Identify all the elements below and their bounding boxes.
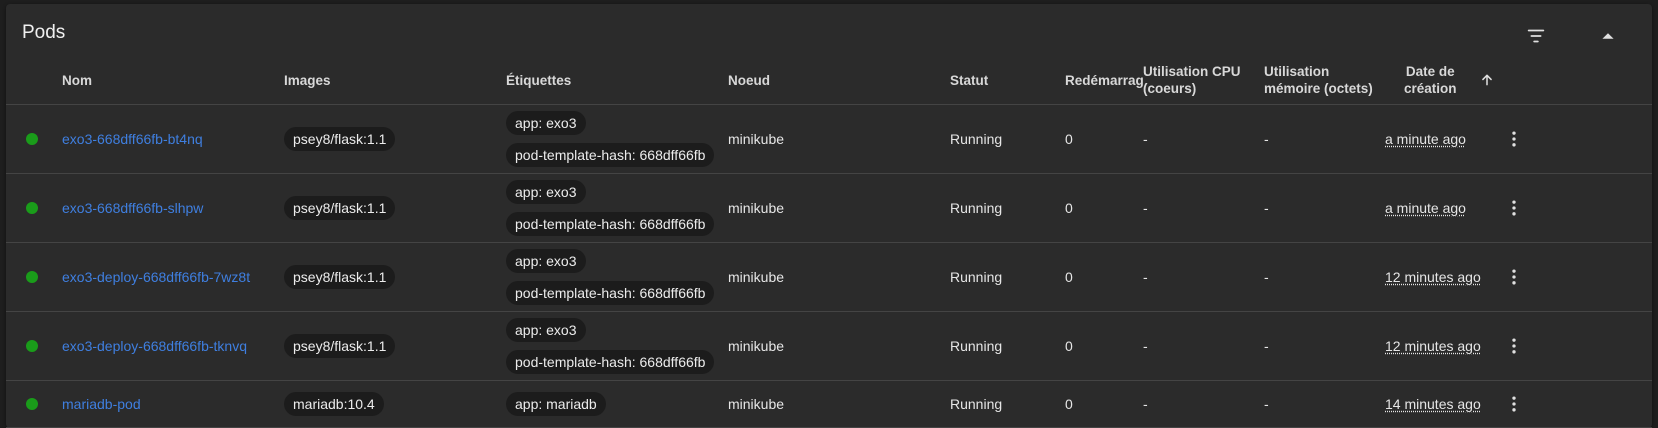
label-chip: app: mariadb [506,392,606,416]
column-header-name[interactable]: Nom [62,72,92,89]
pod-memory-usage: - [1264,131,1269,147]
pod-node: minikube [728,131,785,147]
column-header-cpu[interactable]: Utilisation CPU (coeurs) [1143,63,1241,97]
pod-restarts: 0 [1065,269,1073,285]
status-running-icon [26,340,38,352]
row-menu-button[interactable] [1500,125,1528,153]
pod-memory-usage: - [1264,200,1269,216]
row-menu-button[interactable] [1500,332,1528,360]
pod-image: psey8/flask:1.1 [284,127,396,151]
pod-status: Running [950,200,1003,216]
image-chip: psey8/flask:1.1 [284,196,396,220]
table-row: exo3-668dff66fb-slhpw psey8/flask:1.1 ap… [6,174,1652,243]
pod-cpu-usage: - [1143,338,1148,354]
filter-button[interactable] [1518,18,1554,54]
sort-arrow-up-icon[interactable] [1480,73,1494,87]
pod-labels: app: exo3 pod-template-hash: 668dff66fb [506,318,715,374]
pod-name-link[interactable]: mariadb-pod [62,396,141,412]
more-vertical-icon [1512,131,1516,147]
column-header-memory[interactable]: Utilisation mémoire (octets) [1264,63,1373,97]
pod-status: Running [950,269,1003,285]
pod-created-age: 12 minutes ago [1385,269,1481,285]
pod-cpu-usage: - [1143,131,1148,147]
table-row: exo3-deploy-668dff66fb-7wz8t psey8/flask… [6,243,1652,312]
status-running-icon [26,271,38,283]
pod-cpu-usage: - [1143,396,1148,412]
pod-created-age: a minute ago [1385,200,1466,216]
pod-memory-usage: - [1264,338,1269,354]
pod-name-link[interactable]: exo3-668dff66fb-slhpw [62,200,203,216]
pod-status: Running [950,131,1003,147]
pod-restarts: 0 [1065,200,1073,216]
pod-node: minikube [728,338,785,354]
pod-restarts: 0 [1065,338,1073,354]
pod-cpu-usage: - [1143,200,1148,216]
label-chip: pod-template-hash: 668dff66fb [506,143,715,167]
more-vertical-icon [1512,269,1516,285]
pod-created-age: a minute ago [1385,131,1466,147]
filter-icon [1527,29,1545,43]
table-row: mariadb-pod mariadb:10.4 app: mariadb mi… [6,381,1652,428]
pod-restarts: 0 [1065,396,1073,412]
column-header-labels: Étiquettes [506,73,572,88]
image-chip: mariadb:10.4 [284,392,384,416]
row-menu-button[interactable] [1500,194,1528,222]
image-chip: psey8/flask:1.1 [284,265,396,289]
pod-node: minikube [728,396,785,412]
table-body: exo3-668dff66fb-bt4nq psey8/flask:1.1 ap… [6,105,1652,428]
pod-cpu-usage: - [1143,269,1148,285]
pod-status: Running [950,338,1003,354]
card-title: Pods [22,22,66,43]
pod-name-link[interactable]: exo3-668dff66fb-bt4nq [62,131,203,147]
pod-image: psey8/flask:1.1 [284,334,396,358]
column-header-restarts[interactable]: Redémarrages [1065,72,1143,89]
table-header: Nom Images Étiquettes Noeud Statut Redém… [6,60,1652,105]
pod-memory-usage: - [1264,269,1269,285]
status-running-icon [26,398,38,410]
pod-image: mariadb:10.4 [284,392,384,416]
column-header-node[interactable]: Noeud [728,72,770,89]
pod-labels: app: exo3 pod-template-hash: 668dff66fb [506,249,715,305]
row-menu-button[interactable] [1500,390,1528,418]
pod-created-age: 12 minutes ago [1385,338,1481,354]
pod-image: psey8/flask:1.1 [284,265,396,289]
pod-labels: app: exo3 pod-template-hash: 668dff66fb [506,180,715,236]
pod-labels: app: mariadb [506,392,606,416]
pod-node: minikube [728,269,785,285]
collapse-button[interactable] [1590,18,1626,54]
pod-restarts: 0 [1065,131,1073,147]
label-chip: pod-template-hash: 668dff66fb [506,281,715,305]
arrow-up-icon [1602,33,1614,39]
label-chip: app: exo3 [506,180,586,204]
column-header-status[interactable]: Statut [950,72,988,89]
table-row: exo3-deploy-668dff66fb-tknvq psey8/flask… [6,312,1652,381]
pod-name-link[interactable]: exo3-deploy-668dff66fb-7wz8t [62,269,250,285]
image-chip: psey8/flask:1.1 [284,127,396,151]
pods-card: Pods Nom Images Étiquettes Noeud Statut … [6,4,1652,428]
label-chip: app: exo3 [506,111,586,135]
row-menu-button[interactable] [1500,263,1528,291]
column-header-created[interactable]: Date de création [1404,63,1457,97]
more-vertical-icon [1512,396,1516,412]
pod-name-link[interactable]: exo3-deploy-668dff66fb-tknvq [62,338,247,354]
label-chip: app: exo3 [506,249,586,273]
label-chip: pod-template-hash: 668dff66fb [506,212,715,236]
more-vertical-icon [1512,338,1516,354]
table-row: exo3-668dff66fb-bt4nq psey8/flask:1.1 ap… [6,105,1652,174]
pod-status: Running [950,396,1003,412]
status-running-icon [26,133,38,145]
label-chip: pod-template-hash: 668dff66fb [506,350,715,374]
pod-created-age: 14 minutes ago [1385,396,1481,412]
pod-image: psey8/flask:1.1 [284,196,396,220]
pod-labels: app: exo3 pod-template-hash: 668dff66fb [506,111,715,167]
status-running-icon [26,202,38,214]
image-chip: psey8/flask:1.1 [284,334,396,358]
label-chip: app: exo3 [506,318,586,342]
more-vertical-icon [1512,200,1516,216]
column-header-images: Images [284,73,331,88]
pods-table: Nom Images Étiquettes Noeud Statut Redém… [6,60,1652,428]
pod-node: minikube [728,200,785,216]
pod-memory-usage: - [1264,396,1269,412]
